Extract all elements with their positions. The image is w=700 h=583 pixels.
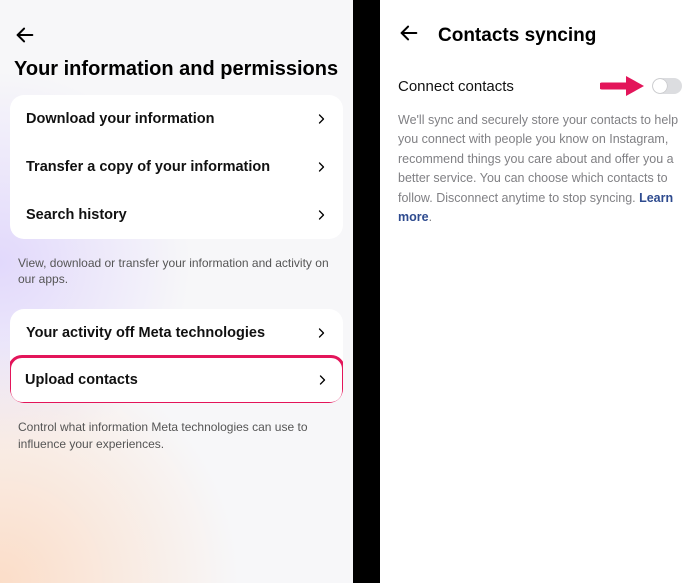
row-label: Your activity off Meta technologies [26, 325, 265, 341]
connect-contacts-row: Connect contacts [398, 75, 682, 111]
highlight-ring: Upload contacts [10, 355, 343, 403]
page-title: Your information and permissions [10, 0, 343, 95]
row-label: Transfer a copy of your information [26, 159, 270, 175]
screen-divider [353, 0, 380, 583]
back-button[interactable] [398, 22, 420, 49]
row-search-history[interactable]: Search history [10, 191, 343, 239]
row-transfer-copy[interactable]: Transfer a copy of your information [10, 143, 343, 191]
arrow-left-icon [398, 22, 420, 44]
chevron-right-icon [315, 161, 327, 173]
toggle-label: Connect contacts [398, 78, 514, 95]
arrow-left-icon [14, 24, 36, 46]
group1-caption: View, download or transfer your informat… [10, 249, 343, 309]
sync-description: We'll sync and securely store your conta… [398, 111, 682, 227]
chevron-right-icon [315, 113, 327, 125]
row-upload-contacts[interactable]: Upload contacts [11, 358, 342, 402]
row-label: Download your information [26, 111, 215, 127]
row-activity-off-meta[interactable]: Your activity off Meta technologies [10, 309, 343, 357]
row-label: Upload contacts [25, 372, 138, 388]
row-download-info[interactable]: Download your information [10, 95, 343, 143]
back-button[interactable] [14, 24, 36, 51]
chevron-right-icon [315, 327, 327, 339]
row-label: Search history [26, 207, 127, 223]
chevron-right-icon [316, 374, 328, 386]
toggle-knob [653, 79, 667, 93]
period: . [429, 210, 432, 224]
pointer-arrow-icon [600, 75, 644, 97]
connect-contacts-toggle[interactable] [652, 78, 682, 94]
info-card-2: Your activity off Meta technologies Uplo… [10, 309, 343, 403]
page-title: Contacts syncing [438, 25, 596, 47]
description-text: We'll sync and securely store your conta… [398, 113, 678, 205]
right-header: Contacts syncing [398, 0, 682, 75]
chevron-right-icon [315, 209, 327, 221]
info-card-1: Download your information Transfer a cop… [10, 95, 343, 239]
group2-caption: Control what information Meta technologi… [10, 413, 343, 473]
contacts-syncing-screen: Contacts syncing Connect contacts We'll … [380, 0, 700, 583]
info-permissions-screen: Your information and permissions Downloa… [0, 0, 353, 583]
toggle-area [600, 75, 682, 97]
